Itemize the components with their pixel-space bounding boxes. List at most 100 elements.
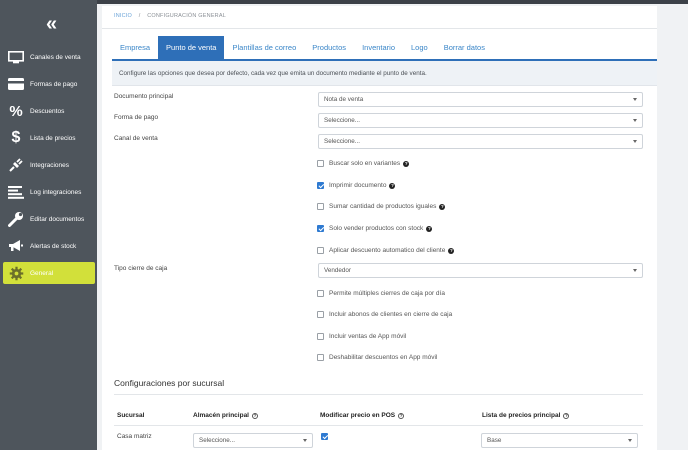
help-icon[interactable]: ? — [252, 412, 258, 419]
chevron-down-icon — [303, 439, 307, 442]
solo-vender-con-stock-option[interactable]: Solo vender productos con stock ? — [317, 225, 433, 232]
select-value: Base — [487, 437, 502, 444]
select-value: Nota de venta — [324, 96, 364, 103]
modificar-precio-option[interactable] — [321, 433, 333, 440]
select-value: Seleccione... — [324, 138, 361, 145]
checkbox[interactable] — [317, 354, 324, 361]
checkbox-label: Permite múltiples cierres de caja por dí… — [329, 290, 445, 297]
checkbox[interactable] — [317, 311, 324, 318]
sidebar-item-general[interactable]: General — [3, 262, 95, 284]
help-icon[interactable]: ? — [439, 203, 446, 210]
select-value: Vendedor — [324, 267, 351, 274]
forma-de-pago-select[interactable]: Seleccione... — [318, 113, 643, 128]
tab-bar: Empresa Punto de venta Plantillas de cor… — [112, 36, 493, 59]
help-icon[interactable]: ? — [403, 160, 410, 167]
tab-productos[interactable]: Productos — [304, 36, 354, 59]
monitor-icon — [6, 49, 26, 65]
checkbox-label: Buscar solo en variantes — [329, 160, 401, 167]
chevron-down-icon — [628, 439, 632, 442]
sidebar-item-editar-documentos[interactable]: Editar documentos — [3, 208, 95, 230]
help-icon[interactable]: ? — [398, 412, 405, 419]
checkbox[interactable] — [317, 182, 324, 189]
tab-empresa[interactable]: Empresa — [112, 36, 158, 59]
checkbox-label: Solo vender productos con stock — [329, 225, 424, 232]
plug-icon — [6, 157, 26, 173]
incluir-ventas-app-option[interactable]: Incluir ventas de App móvil — [317, 333, 406, 340]
collapse-sidebar-button[interactable]: « — [38, 12, 60, 36]
info-message: Configure las opciones que desea por def… — [112, 61, 657, 86]
tab-plantillas-de-correo[interactable]: Plantillas de correo — [224, 36, 304, 59]
sidebar-item-label: Alertas de stock — [30, 242, 77, 250]
sidebar-item-label: Editar documentos — [30, 215, 85, 223]
help-icon[interactable]: ? — [448, 247, 455, 254]
tab-inventario[interactable]: Inventario — [354, 36, 403, 59]
checkbox[interactable] — [317, 333, 324, 340]
column-header-sucursal: Sucursal — [117, 412, 145, 419]
canal-de-venta-select[interactable]: Seleccione... — [318, 134, 643, 149]
tab-borrar-datos[interactable]: Borrar datos — [436, 36, 493, 59]
help-icon[interactable]: ? — [389, 182, 396, 189]
sidebar-item-integraciones[interactable]: Integraciones — [3, 154, 95, 176]
multiples-cierres-option[interactable]: Permite múltiples cierres de caja por dí… — [317, 290, 445, 297]
checkbox[interactable] — [317, 290, 324, 297]
column-header-lista-precios: Lista de precios principal? — [482, 412, 570, 419]
sidebar-item-label: Canales de venta — [30, 53, 81, 61]
select-value: Seleccione... — [324, 117, 361, 124]
buscar-solo-en-variantes-option[interactable]: Buscar solo en variantes ? — [317, 160, 410, 167]
documento-principal-label: Documento principal — [114, 93, 174, 100]
tab-punto-de-venta[interactable]: Punto de venta — [158, 36, 225, 59]
almacen-principal-select[interactable]: Seleccione... — [193, 433, 313, 448]
help-icon[interactable]: ? — [563, 412, 570, 419]
breadcrumb: INICIO / CONFIGURACIÓN GENERAL — [114, 13, 226, 19]
main-panel: INICIO / CONFIGURACIÓN GENERAL Empresa P… — [102, 6, 657, 450]
sidebar-item-log-integraciones[interactable]: Log integraciones — [3, 181, 95, 203]
checkbox-label: Incluir ventas de App móvil — [329, 333, 407, 340]
documento-principal-select[interactable]: Nota de venta — [318, 92, 643, 107]
checkbox[interactable] — [317, 160, 324, 167]
top-bar — [97, 0, 688, 4]
dollar-icon: $ — [11, 129, 21, 146]
section-divider — [114, 394, 643, 395]
checkbox[interactable] — [321, 433, 328, 440]
deshabilitar-descuentos-app-option[interactable]: Deshabilitar descuentos en App móvil — [317, 354, 437, 361]
sidebar-item-label: Lista de precios — [30, 134, 76, 142]
list-icon — [6, 184, 26, 200]
select-value: Seleccione... — [199, 437, 236, 444]
tipo-cierre-select[interactable]: Vendedor — [318, 263, 643, 278]
canal-de-venta-label: Canal de venta — [114, 135, 158, 142]
checkbox[interactable] — [317, 247, 324, 254]
gear-icon — [6, 265, 26, 281]
chevron-down-icon — [633, 98, 637, 101]
imprimir-documento-option[interactable]: Imprimir documento ? — [317, 182, 396, 189]
help-icon[interactable]: ? — [426, 225, 433, 232]
checkbox-label: Sumar cantidad de productos iguales — [329, 203, 437, 210]
sidebar-item-label: Formas de pago — [30, 80, 78, 88]
incluir-abonos-option[interactable]: Incluir abonos de clientes en cierre de … — [317, 311, 452, 318]
tab-logo[interactable]: Logo — [403, 36, 436, 59]
checkbox[interactable] — [317, 203, 324, 210]
sidebar-item-descuentos[interactable]: % Descuentos — [3, 100, 95, 122]
sidebar-item-alertas-de-stock[interactable]: Alertas de stock — [3, 235, 95, 257]
table-cell-sucursal: Casa matriz — [117, 433, 152, 440]
sidebar-item-label: Log integraciones — [30, 188, 82, 196]
breadcrumb-home-link[interactable]: INICIO — [114, 13, 132, 19]
megaphone-icon — [6, 238, 26, 254]
section-title: Configuraciones por sucursal — [114, 378, 225, 388]
lista-precios-select[interactable]: Base — [481, 433, 638, 448]
chevron-down-icon — [633, 119, 637, 122]
sidebar-item-formas-de-pago[interactable]: Formas de pago — [3, 73, 95, 95]
chevron-down-icon — [633, 140, 637, 143]
aplicar-descuento-option[interactable]: Aplicar descuento automatico del cliente… — [317, 247, 455, 254]
sidebar-item-canales-de-venta[interactable]: Canales de venta — [3, 46, 95, 68]
sidebar-item-lista-de-precios[interactable]: $ Lista de precios — [3, 127, 95, 149]
table-header-divider — [114, 425, 643, 426]
sidebar: « Canales de venta Formas de pago % Desc… — [0, 0, 97, 450]
checkbox-label: Deshabilitar descuentos en App móvil — [329, 354, 438, 361]
sidebar-item-label: Integraciones — [30, 161, 70, 169]
sumar-cantidad-option[interactable]: Sumar cantidad de productos iguales ? — [317, 203, 446, 210]
breadcrumb-current: CONFIGURACIÓN GENERAL — [147, 13, 226, 19]
chevron-down-icon — [633, 269, 637, 272]
checkbox[interactable] — [317, 225, 324, 232]
breadcrumb-divider — [102, 28, 657, 29]
sidebar-item-label: Descuentos — [30, 107, 65, 115]
